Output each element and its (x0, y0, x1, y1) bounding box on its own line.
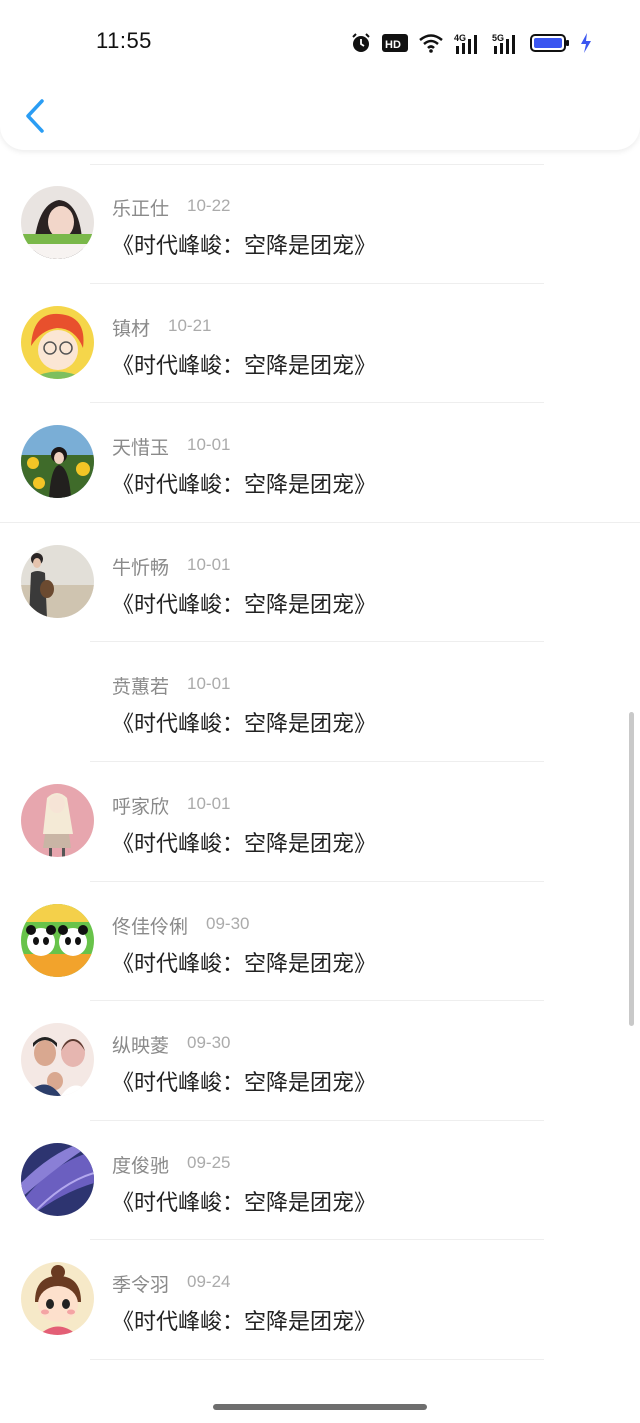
book-title[interactable]: 《时代峰峻：空降是团宠》 (112, 228, 376, 260)
book-title[interactable]: 《时代峰峻：空降是团宠》 (112, 1185, 376, 1217)
user-name: 季令羽 (112, 1274, 170, 1297)
charging-icon (581, 33, 591, 53)
avatar-redhair-cartoon[interactable] (21, 305, 94, 379)
battery-icon (530, 34, 569, 52)
book-title[interactable]: 《时代峰峻：空降是团宠》 (112, 587, 376, 619)
item-date: 10-22 (187, 196, 231, 215)
book-title[interactable]: 《时代峰峻：空降是团宠》 (112, 348, 376, 380)
alarm-icon (352, 33, 370, 52)
list-item[interactable]: 牛忻畅 10-01 《时代峰峻：空降是团宠》 (0, 523, 640, 643)
wifi-icon (419, 34, 443, 53)
list-item[interactable]: 天惜玉 10-01 《时代峰峻：空降是团宠》 (0, 403, 640, 523)
signal-4g-label: 4G (454, 33, 466, 43)
user-name: 镇材 (112, 317, 151, 340)
item-date: 10-01 (187, 554, 231, 574)
user-name: 天惜玉 (112, 437, 170, 460)
avatar-empty[interactable] (21, 664, 94, 738)
item-date: 10-21 (168, 315, 212, 335)
user-name: 佟佳伶俐 (112, 915, 189, 938)
user-name: 度俊驰 (112, 1154, 170, 1177)
item-date: 09-24 (187, 1272, 231, 1292)
avatar-cartoon-girl[interactable] (21, 1262, 94, 1336)
item-date: 09-30 (206, 913, 250, 933)
avatar-couple[interactable] (21, 1023, 94, 1097)
user-name: 牛忻畅 (112, 556, 170, 579)
message-list: 乐正仕 10-22 《时代峰峻：空降是团宠》 镇材 10-21 《时代峰峻：空降是团宠》天… (0, 164, 640, 1360)
item-date: 10-01 (187, 793, 231, 813)
item-date: 10-01 (187, 674, 231, 694)
item-date: 09-25 (187, 1152, 231, 1172)
user-name: 纵映菱 (112, 1035, 170, 1058)
list-item[interactable]: 镇材 10-21 《时代峰峻：空降是团宠》 (0, 284, 640, 404)
book-title[interactable]: 《时代峰峻：空降是团宠》 (112, 1304, 376, 1336)
signal-5g-label: 5G (492, 33, 504, 43)
hd-icon: HD (382, 34, 408, 52)
status-icons: HD 4G 5G (350, 30, 592, 56)
avatar-pandas[interactable] (21, 903, 94, 977)
book-title[interactable]: 《时代峰峻：空降是团宠》 (112, 467, 376, 499)
avatar-girl-photo[interactable] (21, 186, 94, 259)
book-title[interactable]: 《时代峰峻：空降是团宠》 (112, 1065, 376, 1097)
avatar-pink-drawing[interactable] (21, 783, 94, 857)
list-item[interactable]: 佟佳伶俐 09-30 《时代峰峻：空降是团宠》 (0, 882, 640, 1002)
list-item[interactable]: 纵映菱 09-30 《时代峰峻：空降是团宠》 (0, 1001, 640, 1121)
signal-5g-icon: 5G (492, 33, 515, 54)
row-divider (90, 1358, 544, 1360)
book-title[interactable]: 《时代峰峻：空降是团宠》 (112, 946, 376, 978)
user-name: 呼家欣 (112, 795, 170, 818)
user-name: 乐正仕 (112, 198, 170, 220)
avatar-sunflower-girl[interactable] (21, 425, 94, 499)
home-indicator[interactable] (213, 1404, 427, 1410)
hd-label: HD (385, 39, 401, 51)
book-title[interactable]: 《时代峰峻：空降是团宠》 (112, 826, 376, 858)
list-item[interactable]: 呼家欣 10-01 《时代峰峻：空降是团宠》 (0, 762, 640, 882)
list-item[interactable]: 乐正仕 10-22 《时代峰峻：空降是团宠》 (0, 164, 640, 284)
list-item[interactable]: 度俊驰 09-25 《时代峰峻：空降是团宠》 (0, 1121, 640, 1241)
back-chevron-icon[interactable] (22, 98, 50, 134)
item-date: 09-30 (187, 1033, 231, 1053)
status-time: 11:55 (96, 28, 152, 53)
list-item[interactable]: 季令羽 09-24 《时代峰峻：空降是团宠》 (0, 1240, 640, 1360)
top-header: 11:55 HD 4G 5G (0, 0, 640, 150)
user-name: 贲蕙若 (112, 676, 170, 699)
avatar-beach-person[interactable] (21, 544, 94, 618)
scrollbar[interactable] (629, 712, 634, 1026)
item-date: 10-01 (187, 435, 231, 455)
list-item[interactable]: 贲蕙若 10-01 《时代峰峻：空降是团宠》 (0, 642, 640, 762)
signal-4g-icon: 4G (454, 33, 477, 54)
book-title[interactable]: 《时代峰峻：空降是团宠》 (112, 706, 376, 738)
avatar-purple-feather[interactable] (21, 1142, 94, 1216)
